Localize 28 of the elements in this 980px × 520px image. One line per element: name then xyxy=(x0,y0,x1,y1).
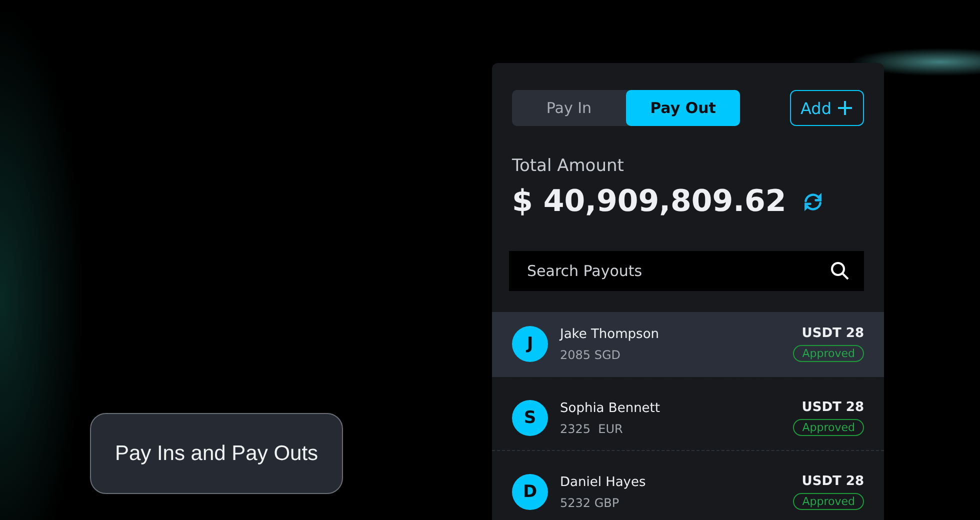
payee-name: Sophia Bennett xyxy=(560,400,661,416)
payout-row[interactable]: J Jake Thompson 2085 SGD USDT 28 Approved xyxy=(492,312,884,377)
tab[interactable]: Pay Out xyxy=(626,90,740,126)
tab[interactable]: Pay In xyxy=(512,90,626,126)
total-label: Total Amount xyxy=(511,155,625,176)
total-amount: $ 40,909,809.62 xyxy=(512,184,786,219)
payout-row[interactable]: D Daniel Hayes 5232 GBP USDT 28 Approved xyxy=(492,460,884,520)
payout-row[interactable]: S Sophia Bennett 2325 EUR USDT 28 Approved xyxy=(492,386,884,451)
avatar-initial: S xyxy=(512,400,548,436)
usdt-amount: USDT 28 xyxy=(802,326,864,341)
status-badge: Approved xyxy=(793,345,864,362)
payout-amount: 2325 EUR xyxy=(560,422,624,436)
caption-label: Pay Ins and Pay Outs xyxy=(90,413,343,494)
add-button[interactable]: Add xyxy=(790,90,864,126)
plus-icon xyxy=(837,100,854,116)
search-icon xyxy=(830,261,850,281)
payee-name: Jake Thompson xyxy=(560,326,660,342)
avatar-initial: D xyxy=(512,474,548,510)
avatar-initial: J xyxy=(512,326,548,362)
status-badge: Approved xyxy=(793,419,864,436)
usdt-amount: USDT 28 xyxy=(802,400,864,415)
status-badge: Approved xyxy=(793,493,864,510)
payee-name: Daniel Hayes xyxy=(560,474,647,490)
payout-amount: 2085 SGD xyxy=(560,348,622,362)
usdt-amount: USDT 28 xyxy=(802,474,864,489)
search-field[interactable]: Search Payouts xyxy=(509,251,864,291)
payout-amount: 5232 GBP xyxy=(560,496,620,510)
refresh-icon[interactable] xyxy=(802,190,824,212)
